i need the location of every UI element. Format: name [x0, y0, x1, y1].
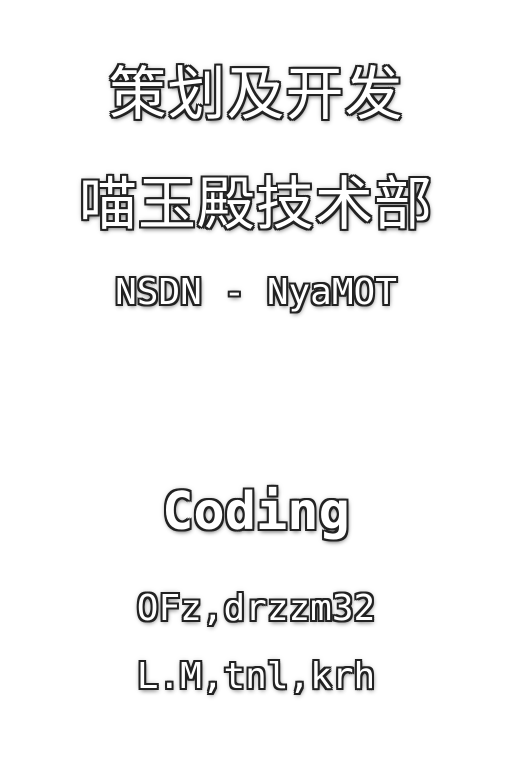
credits-section-title: Coding: [162, 482, 350, 542]
credits-team-tag: NSDN - NyaMOT: [115, 272, 397, 313]
credits-team-name: 喵玉殿技术部: [78, 170, 433, 238]
credits-coders-line-1: OFz,drzzm32: [136, 588, 376, 629]
credits-screen: 策划及开发 喵玉殿技术部 NSDN - NyaMOT Coding OFz,dr…: [0, 0, 512, 768]
credits-coders-line-2: L.M,tnl,krh: [136, 656, 376, 697]
credits-role-title: 策划及开发: [108, 60, 404, 128]
